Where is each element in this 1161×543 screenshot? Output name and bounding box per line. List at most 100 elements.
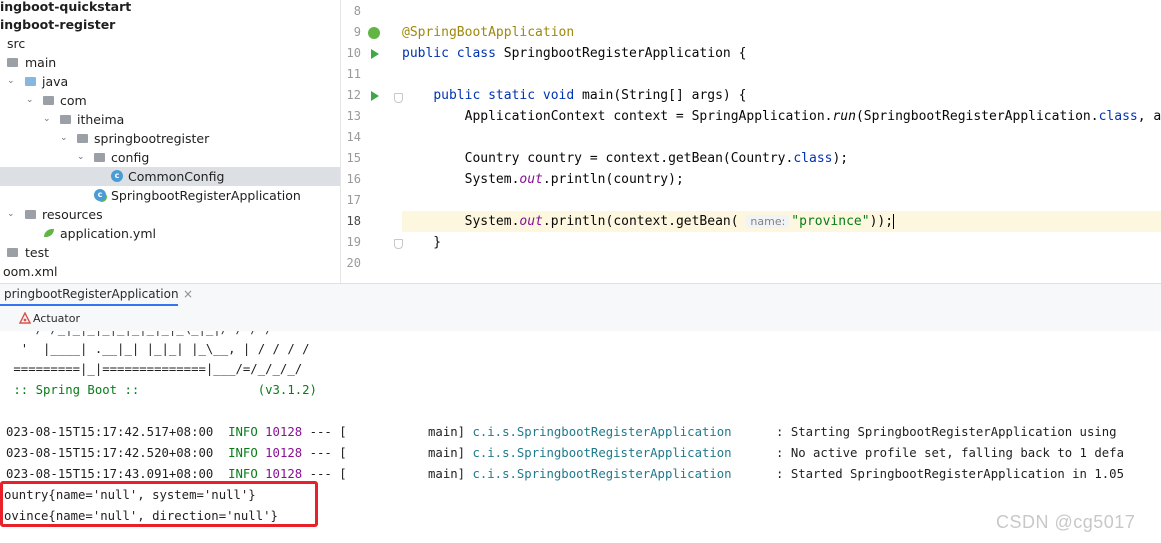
line-number: 16 (346, 172, 361, 186)
code-editor[interactable]: 8 9 10 11 12 13 14 15 16 17 18 19 20 @Sp… (341, 0, 1161, 283)
tree-item-application-yml[interactable]: application.yml (0, 224, 340, 243)
code-token: out (519, 214, 543, 229)
keyword-token: class (456, 46, 496, 61)
tree-item-java[interactable]: ⌄ java (0, 72, 340, 91)
editor-gutter: 8 9 10 11 12 13 14 15 16 17 18 19 20 (341, 0, 403, 283)
code-token: .println(context.getBean( (542, 214, 747, 229)
run-gutter-icon[interactable] (371, 91, 379, 101)
tree-item-src[interactable]: src (0, 34, 340, 53)
code-token: ApplicationContext context = SpringAppli… (402, 109, 833, 124)
line-number: 9 (353, 25, 361, 39)
run-toolbar: Actuator (0, 306, 1161, 332)
code-token: .println(country); (542, 172, 684, 187)
tree-item-application-class[interactable]: c SpringbootRegisterApplication (0, 186, 340, 205)
chevron-down-icon[interactable]: ⌄ (77, 148, 85, 167)
spring-bean-icon[interactable] (368, 27, 380, 39)
code-token: SpringbootRegisterApplication { (495, 46, 747, 61)
spring-leaf-icon (43, 227, 55, 239)
spring-boot-class-icon: c (94, 189, 106, 201)
watermark: CSDN @cg5017 (996, 512, 1136, 532)
code-token: Country country = context.getBean(Countr… (402, 151, 794, 166)
tree-item-label: springbootregister (94, 131, 210, 146)
close-icon[interactable]: × (183, 284, 193, 304)
code-line: Country country = context.getBean(Countr… (402, 148, 1161, 169)
keyword-token: class (793, 151, 833, 166)
tree-item-register[interactable]: ingboot-register (0, 15, 340, 34)
tree-item-config[interactable]: ⌄ config (0, 148, 340, 167)
keyword-token: void (542, 88, 575, 103)
line-number: 11 (346, 67, 361, 81)
chevron-down-icon[interactable]: ⌄ (7, 72, 15, 91)
package-icon (77, 134, 88, 143)
code-line-current: System.out.println(context.getBean( name… (402, 211, 1161, 232)
run-tab[interactable]: pringbootRegisterApplication (0, 284, 179, 306)
keyword-token: public (433, 88, 481, 103)
source-folder-icon (25, 77, 36, 86)
tree-item-label: itheima (77, 112, 125, 127)
tree-item-label: config (111, 150, 150, 165)
code-line: ApplicationContext context = SpringAppli… (402, 106, 1161, 127)
tree-item-main[interactable]: main (0, 53, 340, 72)
line-number: 15 (346, 151, 361, 165)
code-line: public static void main(String[] args) { (402, 85, 1161, 106)
log-level: INFO (228, 446, 258, 460)
tree-item-springbootregister[interactable]: ⌄ springbootregister (0, 129, 340, 148)
run-tab-bar: pringbootRegisterApplication × (0, 283, 1161, 306)
actuator-tab[interactable]: Actuator (19, 306, 80, 331)
parameter-hint: name: (746, 215, 790, 228)
log-line: 023-08-15T15:17:42.517+08:00 INFO 10128 … (6, 422, 1117, 443)
tree-item-label: com (60, 93, 87, 108)
chevron-down-icon[interactable]: ⌄ (26, 91, 34, 110)
line-number: 10 (346, 46, 361, 60)
chevron-down-icon[interactable]: ⌄ (43, 110, 51, 129)
code-token: ); (832, 151, 849, 166)
log-message: : Starting SpringbootRegisterApplication… (731, 425, 1117, 439)
string-token: "province" (791, 214, 870, 229)
log-sep: --- [ (302, 467, 347, 481)
package-icon (43, 96, 54, 105)
annotation-token: @SpringBootApplication (402, 25, 575, 40)
package-icon (94, 153, 105, 162)
tree-item-label: test (25, 245, 50, 260)
chevron-down-icon[interactable]: ⌄ (7, 205, 15, 224)
project-tree: ingboot-quickstart ingboot-register src … (0, 0, 340, 283)
tree-item-commonconfig[interactable]: c CommonConfig (0, 167, 340, 186)
tree-item-com[interactable]: ⌄ com (0, 91, 340, 110)
keyword-token: static (488, 88, 536, 103)
run-gutter-icon[interactable] (371, 49, 379, 59)
tree-item-pom[interactable]: oom.xml (0, 262, 340, 281)
tree-item-label: CommonConfig (128, 169, 225, 184)
tree-item-resources[interactable]: ⌄ resources (0, 205, 340, 224)
text-caret (893, 214, 895, 229)
tree-item-test[interactable]: test (0, 243, 340, 262)
folder-icon (7, 58, 18, 67)
tree-item-itheima[interactable]: ⌄ itheima (0, 110, 340, 129)
code-token: System. (402, 214, 520, 229)
spring-boot-version: :: Spring Boot :: (v3.1.2) (6, 383, 317, 397)
log-message: : Started SpringbootRegisterApplication … (731, 467, 1124, 481)
tree-item-label: ingboot-register (0, 17, 116, 32)
log-timestamp: 023-08-15T15:17:42.520+08:00 (6, 446, 214, 460)
code-token: , arg (1137, 109, 1161, 124)
highlight-annotation-box (0, 481, 318, 527)
tree-item-quickstart[interactable]: ingboot-quickstart (0, 0, 340, 16)
log-logger: c.i.s.SpringbootRegisterApplication (472, 446, 732, 460)
package-icon (60, 115, 71, 124)
keyword-token: class (1098, 109, 1138, 124)
log-logger: c.i.s.SpringbootRegisterApplication (472, 467, 732, 481)
tree-item-label: src (7, 36, 26, 51)
log-logger: c.i.s.SpringbootRegisterApplication (472, 425, 732, 439)
line-number: 20 (346, 256, 361, 270)
code-line: public class SpringbootRegisterApplicati… (402, 43, 1161, 64)
line-number: 8 (353, 4, 361, 18)
code-line: } (402, 232, 1161, 253)
log-sep: --- [ (302, 425, 347, 439)
folder-icon (7, 248, 18, 257)
code-line: @SpringBootApplication (402, 22, 1161, 43)
code-line: System.out.println(country); (402, 169, 1161, 190)
log-level: INFO (228, 467, 258, 481)
chevron-down-icon[interactable]: ⌄ (60, 129, 68, 148)
line-number: 19 (346, 235, 361, 249)
tree-item-label: application.yml (60, 226, 156, 241)
code-area[interactable]: @SpringBootApplication public class Spri… (402, 0, 1161, 283)
